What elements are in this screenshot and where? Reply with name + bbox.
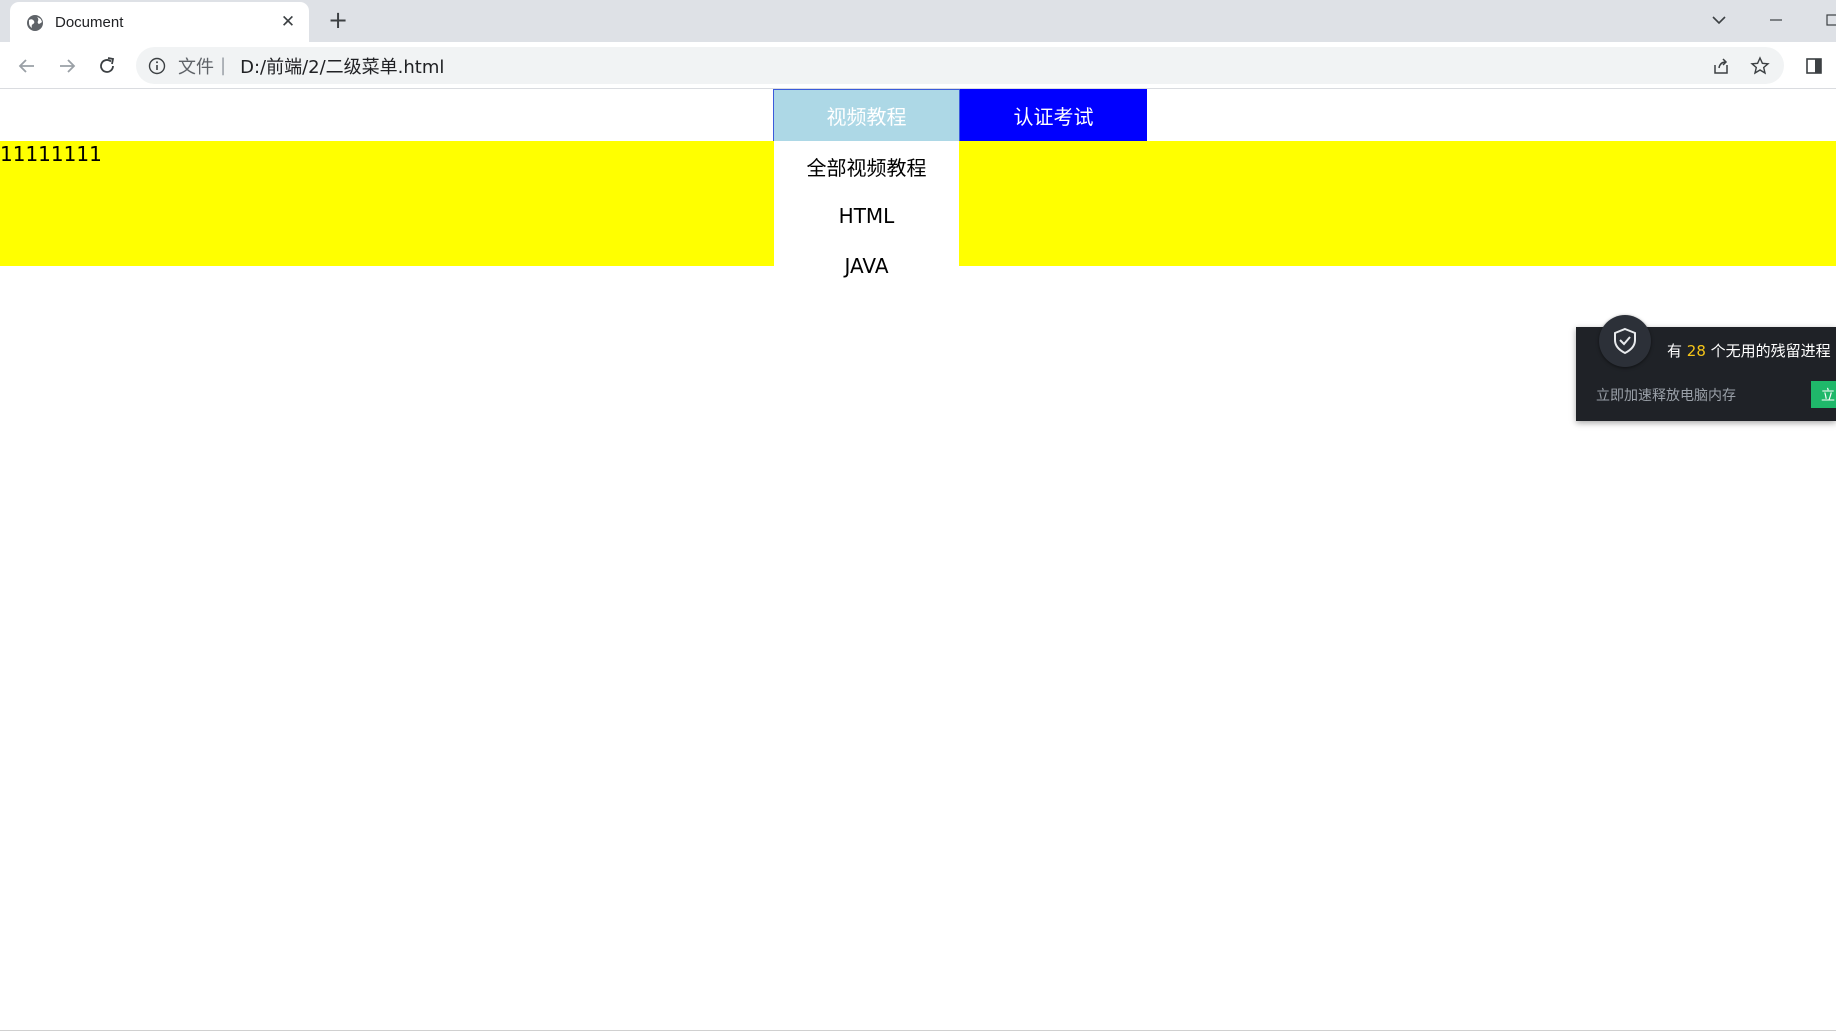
submenu-item-html[interactable]: HTML bbox=[774, 191, 959, 241]
menu-video-tutorial[interactable]: 视频教程 bbox=[773, 89, 960, 141]
address-scheme: 文件 bbox=[178, 56, 214, 78]
maximize-icon[interactable] bbox=[1812, 5, 1836, 35]
address-separator: | bbox=[220, 55, 227, 76]
popup-subtext: 立即加速释放电脑内存 bbox=[1596, 388, 1736, 404]
tab-strip: Document ✕ + bbox=[0, 0, 1836, 43]
submenu-item-all-videos[interactable]: 全部视频教程 bbox=[774, 141, 959, 191]
side-panel-icon[interactable] bbox=[1800, 52, 1828, 80]
bookmark-star-icon[interactable] bbox=[1748, 54, 1772, 78]
address-url[interactable]: D:/前端/2/二级菜单.html bbox=[240, 53, 444, 79]
popup-message: 有 28 个无用的残留进程 bbox=[1667, 340, 1831, 361]
memory-cleanup-popup[interactable]: 有 28 个无用的残留进程 立即加速释放电脑内存 立 bbox=[1576, 315, 1836, 421]
browser-window: Document ✕ + 文件 | D:/前端/2/二级菜单.html 1111… bbox=[0, 0, 1836, 1031]
tab-document[interactable]: Document ✕ bbox=[10, 2, 309, 43]
menu-video-label: 视频教程 bbox=[826, 105, 907, 129]
menu-certification-exam[interactable]: 认证考试 bbox=[960, 89, 1147, 141]
browser-toolbar: 文件 | D:/前端/2/二级菜单.html bbox=[0, 42, 1836, 89]
submenu-item-java[interactable]: JAVA bbox=[774, 241, 959, 291]
info-icon[interactable] bbox=[148, 57, 166, 75]
forward-arrow-icon[interactable] bbox=[53, 52, 81, 80]
content-text: 11111111 bbox=[0, 142, 102, 166]
back-arrow-icon[interactable] bbox=[13, 52, 41, 80]
globe-icon bbox=[25, 13, 44, 32]
page-content: 11111111 视频教程 认证考试 全部视频教程 HTML JAVA bbox=[0, 89, 1836, 1031]
popup-action-button[interactable]: 立 bbox=[1811, 381, 1836, 408]
address-bar[interactable]: 文件 | D:/前端/2/二级菜单.html bbox=[136, 47, 1784, 84]
popup-message-suffix: 个无用的残留进程 bbox=[1705, 342, 1831, 360]
new-tab-button[interactable]: + bbox=[324, 6, 352, 34]
popup-message-prefix: 有 bbox=[1667, 342, 1687, 360]
minimize-icon[interactable] bbox=[1756, 5, 1796, 35]
shield-check-icon bbox=[1599, 315, 1651, 367]
menu-cert-label: 认证考试 bbox=[1013, 104, 1094, 129]
popup-process-count: 28 bbox=[1686, 342, 1706, 360]
reload-icon[interactable] bbox=[93, 52, 121, 80]
tab-search-icon[interactable] bbox=[1699, 5, 1739, 35]
tab-title: Document bbox=[55, 14, 124, 31]
video-submenu: 全部视频教程 HTML JAVA bbox=[774, 141, 959, 291]
close-tab-icon[interactable]: ✕ bbox=[277, 11, 299, 33]
share-icon[interactable] bbox=[1709, 54, 1733, 78]
